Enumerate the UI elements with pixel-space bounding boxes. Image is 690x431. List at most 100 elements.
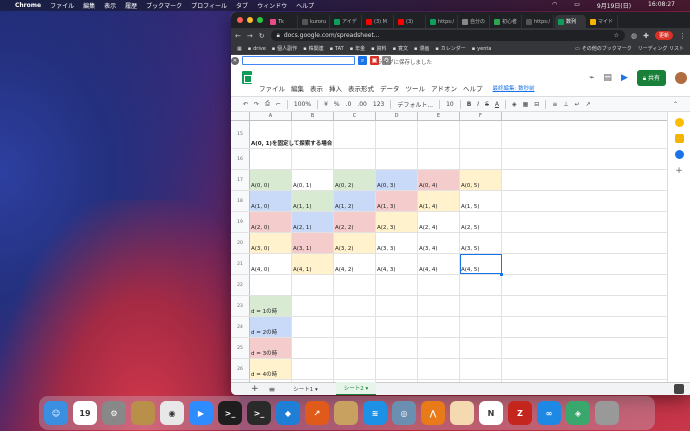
cell[interactable]	[418, 121, 460, 148]
avatar[interactable]	[675, 72, 687, 84]
cell[interactable]	[418, 359, 460, 379]
row-header[interactable]: 26	[231, 359, 250, 379]
browser-tab[interactable]: 自分の	[459, 15, 490, 28]
cell[interactable]: A(2, 0)	[250, 212, 292, 232]
update-button[interactable]: 更新	[654, 31, 673, 40]
cell[interactable]: A(0, 0)	[250, 170, 292, 190]
browser-tab[interactable]: https:/	[427, 15, 458, 28]
column-header[interactable]: F	[460, 112, 502, 120]
column-header[interactable]: E	[418, 112, 460, 120]
cell[interactable]: A(1, 2)	[334, 191, 376, 211]
row-header[interactable]: 21	[231, 254, 250, 274]
column-header[interactable]: C	[334, 112, 376, 120]
dock-app-diamond-icon[interactable]: ◈	[566, 401, 590, 425]
bookmark-item[interactable]: ▪ 個人副作	[272, 45, 297, 53]
cell[interactable]: A(3, 4)	[418, 233, 460, 253]
cell[interactable]	[250, 149, 292, 169]
cell[interactable]: A(4, 2)	[334, 254, 376, 274]
valign-icon[interactable]: ⊥	[563, 101, 568, 108]
cell[interactable]	[376, 121, 418, 148]
find-input[interactable]	[242, 56, 355, 65]
dock-system-preferences-icon[interactable]: ⚙	[102, 401, 126, 425]
star-icon[interactable]: ☆	[614, 32, 619, 39]
forward-icon[interactable]: →	[247, 32, 253, 40]
bold-icon[interactable]: B	[467, 101, 472, 108]
cell[interactable]: d = 4の時	[250, 359, 292, 379]
wrap-icon[interactable]: ↵	[575, 101, 580, 108]
cell[interactable]: A(2, 3)	[376, 212, 418, 232]
reading-list[interactable]: リーディング リスト	[638, 45, 684, 52]
dock-package-icon[interactable]	[334, 401, 358, 425]
dock-terminal-green-icon[interactable]: >_	[218, 401, 242, 425]
apps-icon[interactable]: ▦	[237, 46, 242, 52]
cell[interactable]: d = 3の時	[250, 338, 292, 358]
cell[interactable]	[334, 149, 376, 169]
row-header[interactable]: 17	[231, 170, 250, 190]
menubar-time[interactable]: 16:08:27	[648, 1, 675, 10]
cell[interactable]: A(0, 2)	[334, 170, 376, 190]
last-edit-link[interactable]: 最終編集: 数秒前	[493, 84, 535, 93]
sheet-tab-1[interactable]: シート1 ▾	[285, 383, 326, 395]
row-header[interactable]: 18	[231, 191, 250, 211]
cell[interactable]	[376, 296, 418, 316]
cell[interactable]: A(3, 1)	[292, 233, 334, 253]
browser-tab[interactable]: アイデ	[331, 15, 362, 28]
redo-icon[interactable]: ↷	[254, 101, 259, 108]
dock-filezilla-icon[interactable]: Z	[508, 401, 532, 425]
dock-monitor-icon[interactable]: ↗	[305, 401, 329, 425]
font-size-select[interactable]: 10	[446, 101, 454, 108]
bookmark-item[interactable]: ▪ 資料	[371, 45, 386, 53]
cell[interactable]	[376, 338, 418, 358]
dock-vscode-icon[interactable]: ◆	[276, 401, 300, 425]
cell[interactable]: A(3, 0)	[250, 233, 292, 253]
percent-button[interactable]: %	[334, 101, 340, 108]
strikethrough-icon[interactable]: S	[485, 101, 489, 108]
cell[interactable]: A(4, 4)	[418, 254, 460, 274]
dock-infinity-icon[interactable]: ∞	[537, 401, 561, 425]
dock-archive-icon[interactable]	[131, 401, 155, 425]
cell[interactable]: A(1, 1)	[292, 191, 334, 211]
row-header[interactable]: 15	[231, 121, 250, 148]
sheet-tab-2[interactable]: シート2 ▾	[335, 382, 377, 395]
browser-tab[interactable]: (3)	[395, 15, 426, 28]
row-header[interactable]: 25	[231, 338, 250, 358]
cell[interactable]	[418, 275, 460, 295]
dock-trash-icon[interactable]	[595, 401, 619, 425]
cell[interactable]: A(3, 2)	[334, 233, 376, 253]
cell[interactable]	[460, 296, 502, 316]
cell[interactable]	[376, 275, 418, 295]
column-header[interactable]: D	[376, 112, 418, 120]
menu-view[interactable]: 表示	[310, 83, 323, 93]
cell[interactable]	[460, 317, 502, 337]
column-header[interactable]: A	[250, 112, 292, 120]
cell[interactable]	[418, 338, 460, 358]
add-addon-icon[interactable]: +	[675, 166, 683, 176]
bookmark-item[interactable]: ▪ TAT	[330, 45, 344, 52]
align-icon[interactable]: ≡	[552, 101, 557, 108]
rotate-icon[interactable]: ↗	[586, 101, 591, 108]
dock-terminal-icon[interactable]: >_	[247, 401, 271, 425]
menu-format[interactable]: 表示形式	[348, 83, 374, 93]
reload-icon[interactable]: ↻	[259, 32, 265, 40]
cell[interactable]	[376, 359, 418, 379]
cell[interactable]: A(4, 3)	[376, 254, 418, 274]
cell[interactable]: A(3, 3)	[376, 233, 418, 253]
cell[interactable]: A(4, 1)	[292, 254, 334, 274]
dock-screenshot-icon[interactable]: ◎	[392, 401, 416, 425]
cell[interactable]	[334, 317, 376, 337]
sheets-logo[interactable]	[242, 71, 252, 84]
menubar-item[interactable]: 表示	[104, 1, 116, 10]
meet-icon[interactable]: ▶	[621, 73, 628, 83]
cell[interactable]: A(0, 4)	[418, 170, 460, 190]
cell[interactable]: A(1, 4)	[418, 191, 460, 211]
menubar-date[interactable]: 9月19日(日)	[597, 1, 631, 10]
minimize-window-button[interactable]	[247, 17, 253, 23]
cell[interactable]: A(2, 4)	[418, 212, 460, 232]
cell[interactable]	[376, 317, 418, 337]
comments-icon[interactable]: ▤	[603, 73, 612, 83]
menu-edit[interactable]: 編集	[291, 83, 304, 93]
zoom-select[interactable]: 100%	[294, 101, 311, 108]
cell[interactable]: A(0, 5)	[460, 170, 502, 190]
cell[interactable]	[460, 338, 502, 358]
more-formats-button[interactable]: 123	[373, 101, 384, 108]
